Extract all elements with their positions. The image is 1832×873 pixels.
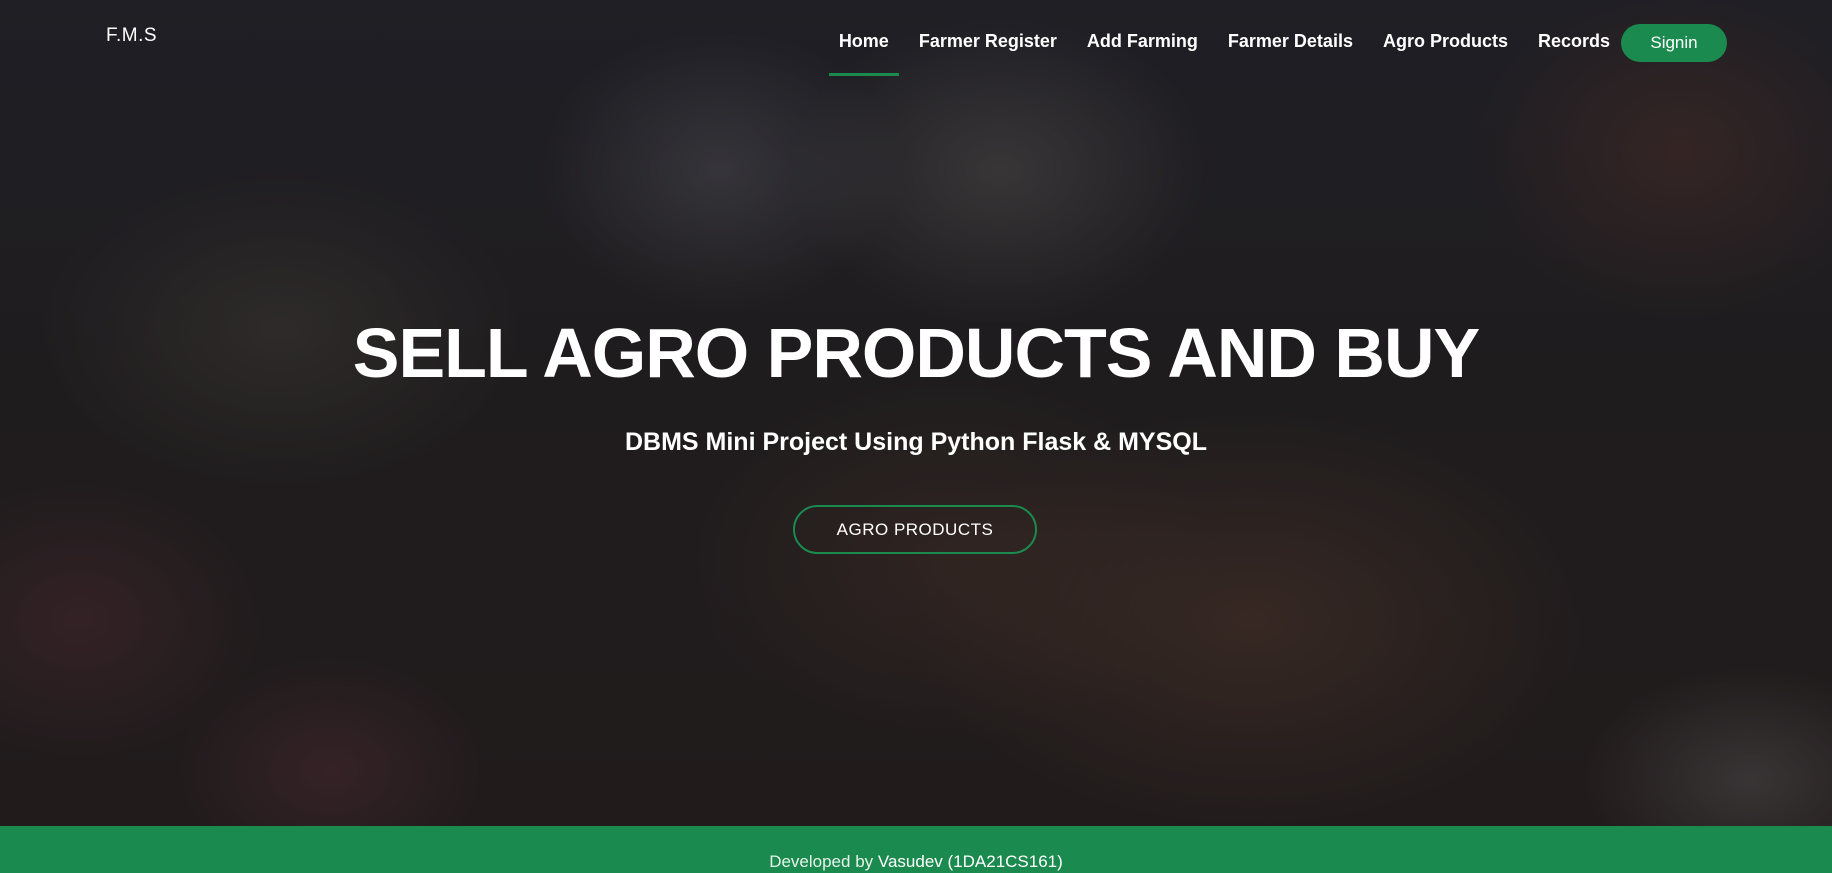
- brand-logo-text[interactable]: F.M.S: [106, 25, 157, 47]
- nav-agro-products-link[interactable]: Agro Products: [1383, 31, 1508, 52]
- hero-overlay: [0, 0, 1832, 826]
- main-navigation: Home Farmer Register Add Farming Farmer …: [828, 31, 1610, 76]
- footer-prefix-text: Developed by: [769, 852, 874, 871]
- hero-background-image: F.M.S Home Farmer Register Add Farming F…: [0, 0, 1832, 826]
- signin-button[interactable]: Signin: [1621, 24, 1727, 62]
- nav-home-link[interactable]: Home: [828, 31, 899, 76]
- footer-developer-name: Vasudev (1DA21CS161): [877, 852, 1063, 871]
- hero-subtitle: DBMS Mini Project Using Python Flask & M…: [624, 428, 1207, 456]
- nav-farmer-register-link[interactable]: Farmer Register: [919, 31, 1057, 52]
- nav-farmer-details-link[interactable]: Farmer Details: [1228, 31, 1353, 52]
- nav-records-link[interactable]: Records: [1538, 31, 1610, 52]
- agro-products-cta-button[interactable]: AGRO PRODUCTS: [793, 505, 1037, 554]
- page: F.M.S Home Farmer Register Add Farming F…: [0, 0, 1832, 873]
- hero-title: SELL AGRO PRODUCTS AND BUY: [352, 314, 1480, 392]
- footer: Developed by Vasudev (1DA21CS161): [0, 826, 1832, 873]
- nav-add-farming-link[interactable]: Add Farming: [1087, 31, 1198, 52]
